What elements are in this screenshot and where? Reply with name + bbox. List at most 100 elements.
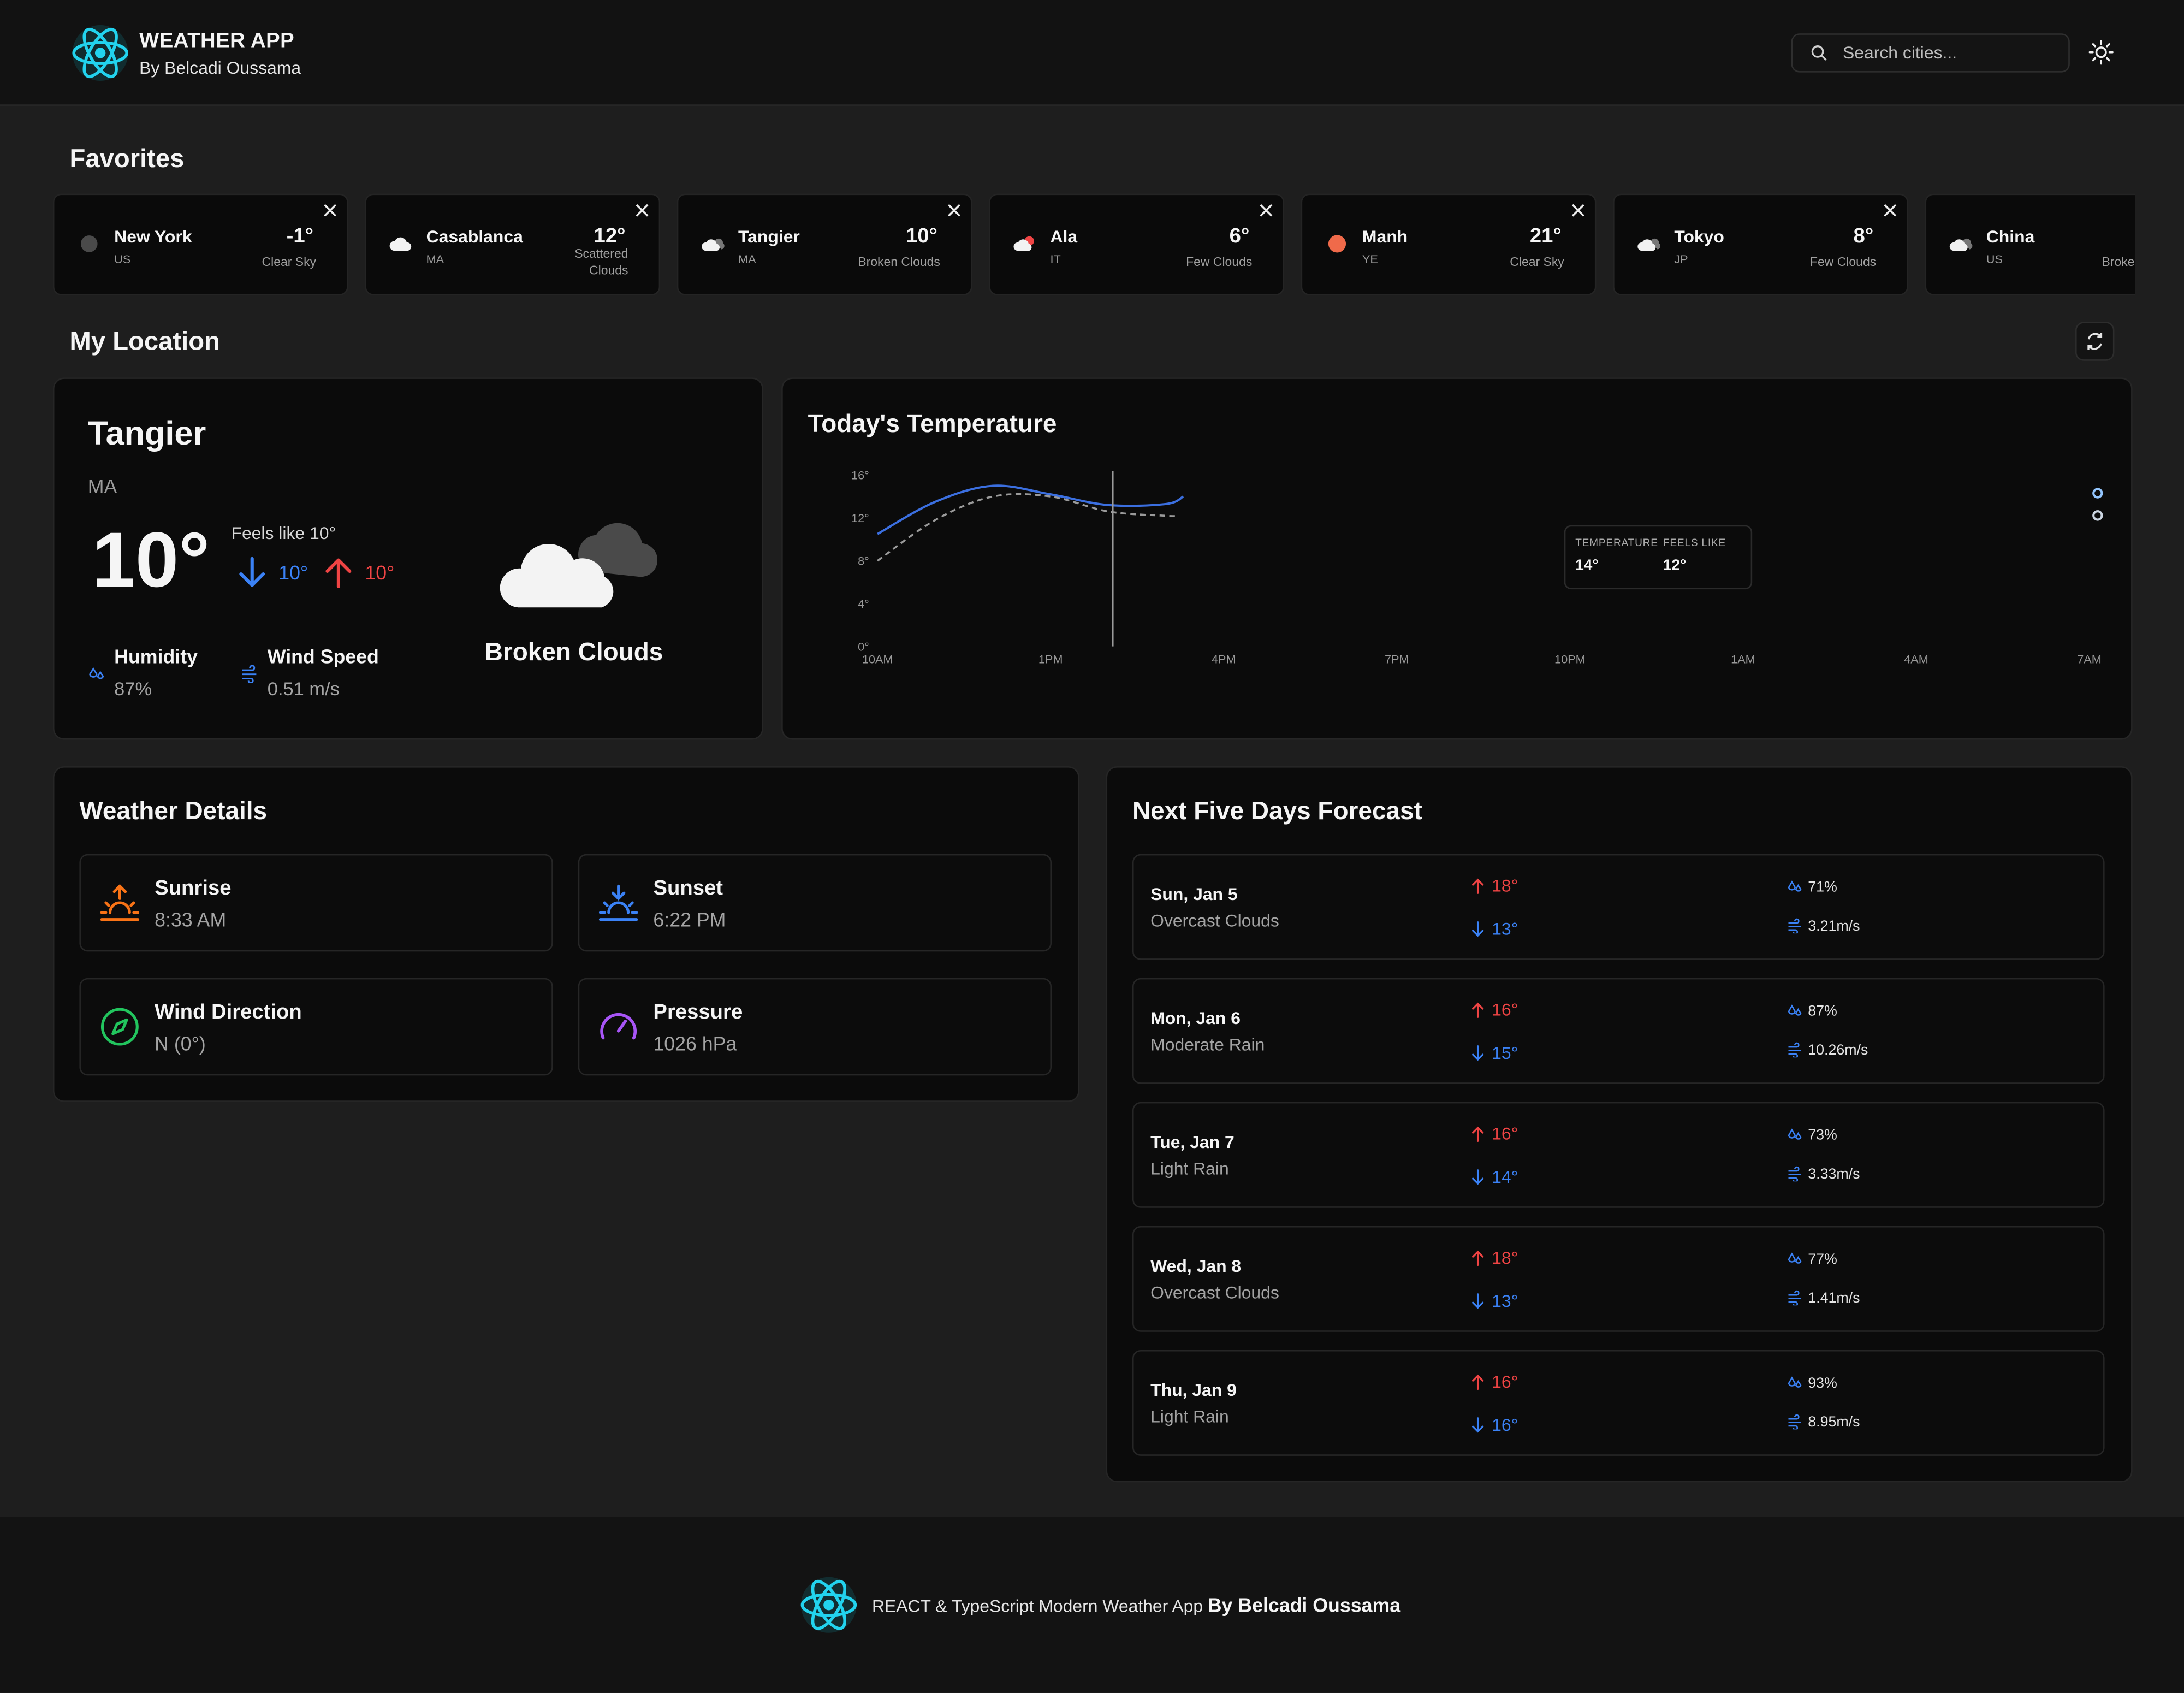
close-icon[interactable]: [1259, 203, 1273, 217]
y-tick-label: 12°: [851, 511, 869, 525]
favorite-card[interactable]: Ala IT 6° Few Clouds: [989, 193, 1285, 295]
close-icon[interactable]: [323, 203, 337, 217]
forecast-description: Overcast Clouds: [1150, 911, 1279, 931]
arrow-down-icon: [1472, 1293, 1484, 1309]
favorite-card[interactable]: Manh YE 21° Clear Sky: [1301, 193, 1597, 295]
search-box[interactable]: [1791, 33, 2070, 73]
feels-like-line: [877, 493, 1178, 562]
x-tick-label: 1PM: [1038, 652, 1063, 666]
favorite-condition: Few Clouds: [1186, 254, 1253, 269]
favorite-condition: Clear Sky: [1510, 254, 1564, 269]
wind-speed-label: Wind Speed: [267, 645, 379, 667]
legend-dot-feels-like[interactable]: [2092, 510, 2103, 521]
y-tick-label: 8°: [858, 554, 869, 567]
forecast-wind: 3.33m/s: [1808, 1166, 1860, 1183]
footer-author: By Belcadi Oussama: [1207, 1594, 1401, 1617]
favorite-card[interactable]: China US Broke: [1925, 193, 2135, 295]
x-tick-label: 1AM: [1731, 652, 1755, 666]
x-tick-label: 10AM: [862, 652, 893, 666]
detail-value: 1026 hPa: [653, 1032, 737, 1055]
arrow-down-icon: [1472, 1045, 1484, 1061]
favorite-city: Ala: [1050, 227, 1078, 247]
x-tick-label: 7PM: [1385, 652, 1409, 666]
cloud-icon: [389, 237, 412, 251]
search-input[interactable]: [1843, 34, 2052, 72]
max-temperature: 10°: [365, 561, 395, 584]
react-atom-icon[interactable]: [70, 22, 131, 84]
favorite-card[interactable]: Casablanca MA 12° Scattered Clouds: [365, 193, 661, 295]
favorite-temp: 21°: [1529, 224, 1562, 248]
current-temperature: 10°: [92, 515, 210, 603]
app-title: WEATHER APP: [139, 29, 295, 53]
forecast-row: Tue, Jan 7 Light Rain 16° 14° 73% 3.33m/s: [1132, 1102, 2105, 1208]
favorite-city: Manh: [1362, 227, 1408, 247]
arrow-up-icon: [325, 558, 352, 589]
favorites-heading: Favorites: [69, 143, 185, 173]
arrow-down-icon: [1472, 1169, 1484, 1185]
forecast-min: 14°: [1492, 1167, 1518, 1187]
legend-dot-temperature[interactable]: [2092, 488, 2103, 499]
refresh-button[interactable]: [2075, 322, 2115, 361]
weather-condition: Broken Clouds: [484, 638, 663, 666]
forecast-row: Sun, Jan 5 Overcast Clouds 18° 13° 71% 3.21m/…: [1132, 854, 2105, 960]
forecast-row: Mon, Jan 6 Moderate Rain 16° 15° 87% 10.26m/s: [1132, 978, 2105, 1084]
temperature-line: [877, 484, 1184, 535]
detail-wind-direction: Wind Direction N (0°): [79, 978, 553, 1076]
droplets-icon: [1788, 1252, 1802, 1264]
detail-label: Sunset: [653, 876, 723, 900]
search-icon: [1811, 45, 1827, 61]
x-tick-label: 4PM: [1212, 652, 1236, 666]
forecast-humidity: 93%: [1808, 1375, 1837, 1392]
forecast-max: 16°: [1492, 1000, 1518, 1020]
favorite-city: Tokyo: [1674, 227, 1724, 247]
my-location-heading: My Location: [69, 325, 220, 356]
favorite-condition: Scattered Clouds: [574, 246, 628, 277]
favorite-card[interactable]: Tangier MA 10° Broken Clouds: [676, 193, 972, 295]
sunset-icon: [598, 884, 638, 921]
wind-icon: [1788, 1166, 1801, 1182]
favorite-temp: 10°: [905, 224, 937, 248]
broken-clouds-icon: [500, 523, 658, 608]
favorite-country: US: [1986, 252, 2003, 267]
favorite-country: YE: [1362, 252, 1378, 267]
forecast-max: 18°: [1492, 1248, 1518, 1268]
forecast-wind: 10.26m/s: [1808, 1042, 1868, 1059]
forecast-min: 15°: [1492, 1043, 1518, 1063]
forecast-max: 16°: [1492, 1372, 1518, 1392]
favorite-city: New York: [114, 227, 192, 247]
detail-value: N (0°): [155, 1032, 206, 1055]
detail-sunset: Sunset 6:22 PM: [578, 854, 1052, 952]
arrow-down-icon: [1472, 921, 1484, 937]
x-tick-label: 7AM: [2077, 652, 2102, 666]
detail-label: Wind Direction: [155, 1000, 302, 1024]
forecast-date: Mon, Jan 6: [1150, 1008, 1241, 1028]
favorite-card[interactable]: Tokyo JP 8° Few Clouds: [1613, 193, 1908, 295]
favorite-card[interactable]: New York US -1° Clear Sky: [52, 193, 348, 295]
min-temperature: 10°: [278, 561, 308, 584]
chart-title: Today's Temperature: [808, 410, 1057, 438]
close-icon[interactable]: [1883, 203, 1897, 217]
forecast-date: Wed, Jan 8: [1150, 1257, 1242, 1276]
favorite-city: Casablanca: [426, 227, 523, 247]
close-icon[interactable]: [947, 203, 962, 217]
forecast-description: Moderate Rain: [1150, 1035, 1265, 1055]
forecast-date: Thu, Jan 9: [1150, 1381, 1237, 1400]
forecast-heading: Next Five Days Forecast: [1132, 797, 1422, 825]
x-tick-label: 4AM: [1904, 652, 1928, 666]
humidity-value: 87%: [114, 678, 152, 700]
app-subtitle: By Belcadi Oussama: [139, 58, 301, 78]
app-root: WEATHER APP By Belcadi Oussama Favorites…: [0, 0, 2184, 1693]
forecast-date: Tue, Jan 7: [1150, 1132, 1235, 1152]
sun-icon[interactable]: [2088, 39, 2114, 65]
react-atom-icon: [800, 1577, 857, 1633]
feels-like: Feels like 10°: [231, 524, 336, 543]
favorite-condition: Broken Clouds: [858, 254, 940, 269]
forecast-humidity: 73%: [1808, 1127, 1837, 1144]
close-icon[interactable]: [635, 203, 649, 217]
forecast-max: 16°: [1492, 1124, 1518, 1144]
broken-clouds-icon: [702, 238, 725, 251]
close-icon[interactable]: [1571, 203, 1586, 217]
arrow-down-icon: [1472, 1417, 1484, 1433]
y-tick-label: 16°: [851, 469, 869, 482]
detail-sunrise: Sunrise 8:33 AM: [79, 854, 553, 952]
